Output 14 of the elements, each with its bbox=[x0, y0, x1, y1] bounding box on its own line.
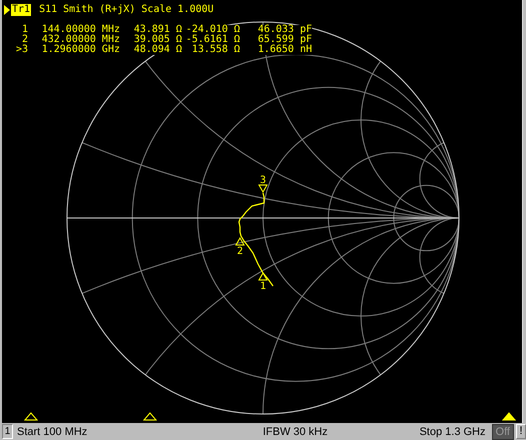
marker-triangle-icon bbox=[258, 272, 268, 280]
start-frequency: Start 100 MHz bbox=[17, 426, 88, 438]
channel-number[interactable]: 1 bbox=[2, 424, 13, 439]
alert-indicator[interactable]: ! bbox=[516, 424, 526, 439]
marker-triangle-icon bbox=[258, 184, 268, 193]
marker-reactance: -5.6161 Ω bbox=[182, 35, 240, 45]
active-trace-arrow-icon bbox=[4, 4, 10, 14]
marker-triangle-icon bbox=[235, 237, 245, 246]
marker-label: 3 bbox=[260, 175, 266, 186]
marker-label: 2 bbox=[236, 246, 244, 257]
stop-frequency: Stop 1.3 GHz bbox=[419, 426, 486, 438]
trace-settings: S11 Smith (R+jX) Scale 1.000U bbox=[39, 4, 214, 14]
marker-label: 1 bbox=[260, 281, 266, 292]
ifbw-setting: IFBW 30 kHz bbox=[262, 426, 329, 438]
